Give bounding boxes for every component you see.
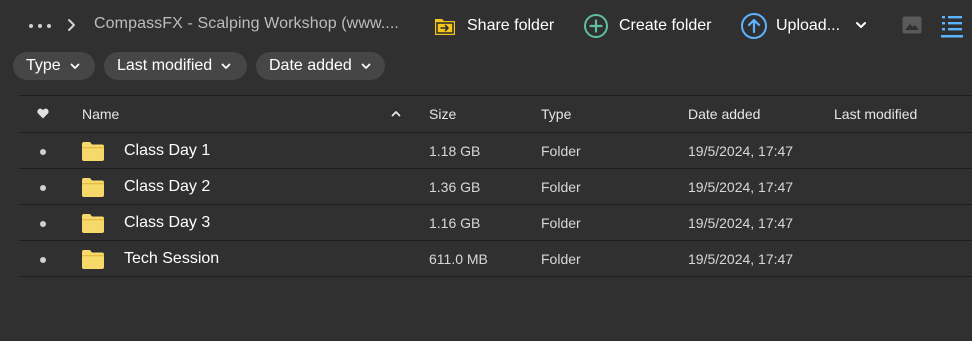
create-folder-button[interactable]: Create folder: [583, 10, 712, 42]
column-header-type[interactable]: Type: [541, 106, 571, 122]
heart-icon[interactable]: [37, 108, 49, 119]
file-name: Class Day 2: [124, 178, 211, 195]
file-size: 1.36 GB: [429, 179, 481, 195]
upload-button[interactable]: Upload...: [740, 10, 840, 42]
share-folder-icon: [435, 19, 455, 35]
chevron-down-icon: [221, 63, 231, 69]
file-size: 1.18 GB: [429, 143, 481, 159]
status-dot: [40, 149, 46, 155]
folder-icon: [82, 142, 104, 161]
share-folder-button[interactable]: Share folder: [433, 10, 554, 42]
file-name: Class Day 3: [124, 214, 211, 231]
file-size: 1.16 GB: [429, 215, 481, 231]
filter-type-chip[interactable]: Type: [13, 52, 95, 80]
filter-date-added-chip[interactable]: Date added: [256, 52, 385, 80]
column-header-name[interactable]: Name: [82, 106, 119, 122]
file-type: Folder: [541, 143, 581, 159]
create-folder-label: Create folder: [619, 17, 712, 34]
chevron-right-icon: [68, 19, 75, 31]
folder-icon: [82, 250, 104, 269]
filter-bar: Type Last modified Date added: [0, 52, 972, 82]
table-header: Name Size Type Date added Last modified: [19, 95, 972, 133]
file-type: Folder: [541, 251, 581, 267]
file-table: Name Size Type Date added Last modified …: [19, 95, 972, 277]
upload-arrow-icon: [741, 13, 767, 39]
top-bar: CompassFX - Scalping Workshop (www.... S…: [0, 0, 972, 50]
table-row[interactable]: Class Day 1 1.18 GB Folder 19/5/2024, 17…: [19, 133, 972, 169]
status-dot: [40, 221, 46, 227]
image-icon[interactable]: [902, 16, 922, 34]
filter-last-modified-chip[interactable]: Last modified: [104, 52, 247, 80]
file-date-added: 19/5/2024, 17:47: [688, 215, 794, 231]
file-date-added: 19/5/2024, 17:47: [688, 179, 794, 195]
filter-type-label: Type: [26, 57, 61, 74]
plus-circle-icon: [584, 14, 608, 38]
file-type: Folder: [541, 179, 581, 195]
file-name: Tech Session: [124, 250, 220, 267]
column-header-date-added[interactable]: Date added: [688, 106, 760, 122]
status-dot: [40, 185, 46, 191]
share-folder-label: Share folder: [467, 17, 555, 34]
file-name: Class Day 1: [124, 142, 211, 159]
upload-label: Upload...: [776, 17, 841, 34]
column-header-last-modified[interactable]: Last modified: [834, 106, 917, 122]
file-size: 611.0 MB: [429, 251, 488, 267]
file-date-added: 19/5/2024, 17:47: [688, 251, 794, 267]
file-type: Folder: [541, 215, 581, 231]
filter-last-modified-label: Last modified: [117, 57, 213, 74]
folder-icon: [82, 214, 104, 233]
chevron-down-icon[interactable]: [855, 20, 867, 30]
filter-date-added-label: Date added: [269, 57, 352, 74]
table-row[interactable]: Class Day 2 1.36 GB Folder 19/5/2024, 17…: [19, 169, 972, 205]
chevron-down-icon: [70, 63, 80, 69]
table-row[interactable]: Tech Session 611.0 MB Folder 19/5/2024, …: [19, 241, 972, 277]
sort-ascending-icon[interactable]: [391, 110, 401, 117]
list-icon[interactable]: [941, 14, 963, 38]
file-date-added: 19/5/2024, 17:47: [688, 143, 794, 159]
column-header-size[interactable]: Size: [429, 106, 456, 122]
chevron-down-icon: [361, 63, 371, 69]
folder-icon: [82, 178, 104, 197]
breadcrumb-current-folder[interactable]: CompassFX - Scalping Workshop (www....: [94, 15, 399, 33]
more-horizontal-icon[interactable]: [29, 16, 51, 36]
status-dot: [40, 257, 46, 263]
table-row[interactable]: Class Day 3 1.16 GB Folder 19/5/2024, 17…: [19, 205, 972, 241]
